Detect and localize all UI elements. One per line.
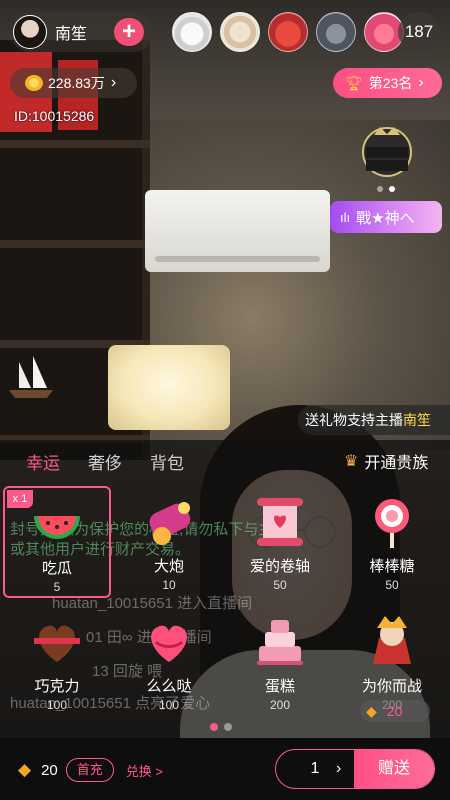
- chevron-right-icon: ›: [418, 74, 424, 91]
- balance: ◆ 20 首充 兑换 >: [18, 758, 163, 782]
- gift-name: 巧克力: [34, 678, 80, 695]
- gift-bottom-bar: ◆ 20 首充 兑换 > 1 › 赠送: [0, 738, 450, 800]
- gift-name: 大炮: [153, 558, 184, 575]
- gift-cake[interactable]: 蛋糕 200: [226, 606, 334, 718]
- send-control: 1 › 赠送: [275, 749, 435, 789]
- support-host-banner: 送礼物支持主播 南笙: [298, 405, 450, 435]
- ship-model: [9, 356, 53, 398]
- gift-name: 蛋糕: [264, 678, 295, 695]
- open-noble-link[interactable]: ♛ 开通贵族: [344, 449, 428, 473]
- cannon-icon: [149, 502, 191, 545]
- gift-name: 爱的卷轴: [249, 558, 310, 575]
- diamond-icon: ◆: [366, 702, 377, 719]
- host-ranking-badge[interactable]: [356, 125, 418, 180]
- host-name: 南笙: [55, 26, 88, 43]
- first-recharge-button[interactable]: 首充: [65, 758, 114, 782]
- gift-price: 10: [162, 578, 176, 592]
- viewer-avatar[interactable]: [268, 12, 308, 52]
- gift-name: 么么哒: [146, 678, 192, 695]
- gift-multiplier-badge: x 1: [7, 490, 33, 508]
- open-noble-label: 开通贵族: [364, 455, 429, 472]
- host-avatar[interactable]: [13, 15, 47, 49]
- host-rank-label: 第23名: [368, 75, 413, 91]
- gift-cannon[interactable]: 大炮 10: [115, 486, 223, 598]
- scroll-icon: [257, 498, 303, 546]
- lamp: [108, 345, 230, 430]
- gift-price: 100: [158, 698, 180, 712]
- host-coins-value: 228.83万: [48, 75, 105, 91]
- noble-entry-label: 戰★神へ: [356, 209, 415, 227]
- balance-value: 20: [41, 761, 58, 779]
- host-rank[interactable]: 🏆︎ 第23名 ›: [333, 68, 442, 98]
- tab-luxury[interactable]: 奢侈: [88, 449, 122, 474]
- gift-price: 200: [269, 698, 291, 712]
- chevron-right-icon: ›: [110, 74, 117, 91]
- gift-tabs: 幸运 奢侈 背包 ♛ 开通贵族: [0, 440, 450, 480]
- viewer-avatar[interactable]: [316, 12, 356, 52]
- gift-gem-value: 20: [386, 703, 403, 719]
- crown-icon: ♛: [344, 453, 359, 470]
- viewer-avatar[interactable]: [220, 12, 260, 52]
- gift-love-scroll[interactable]: 爱的卷轴 50: [226, 486, 334, 598]
- gift-price: 50: [385, 578, 399, 592]
- viewer-count[interactable]: 187: [398, 12, 440, 52]
- signal-bars-icon: ılı: [340, 209, 351, 225]
- gift-name: 棒棒糖: [369, 558, 415, 575]
- send-gift-button[interactable]: 赠送: [354, 750, 434, 788]
- gift-page-indicator: [210, 723, 232, 731]
- gift-price: 5: [53, 580, 61, 594]
- exchange-link[interactable]: 兑换 >: [126, 761, 163, 780]
- support-prefix: 送礼物支持主播: [305, 412, 403, 428]
- cake-icon: [257, 620, 303, 665]
- tab-backpack[interactable]: 背包: [150, 449, 184, 474]
- coin-icon: [25, 75, 43, 91]
- lips-icon: [151, 625, 187, 662]
- gift-name: 为你而战: [361, 678, 422, 695]
- follow-button[interactable]: +: [114, 18, 144, 46]
- gift-watermelon[interactable]: x 1 吃瓜 5: [3, 486, 111, 598]
- gift-chocolate[interactable]: 巧克力 100: [3, 606, 111, 718]
- viewer-avatar[interactable]: [172, 12, 212, 52]
- warrior-icon: [373, 616, 411, 664]
- gift-name: 吃瓜: [41, 560, 72, 577]
- trophy-icon: 🏆︎: [345, 74, 363, 91]
- tab-lucky[interactable]: 幸运: [26, 449, 60, 474]
- gift-lollipop[interactable]: 棒棒糖 50: [338, 486, 446, 598]
- lollipop-icon: [375, 499, 409, 548]
- watermelon-icon: [34, 516, 80, 539]
- room-id: ID:10015286: [14, 108, 95, 124]
- diamond-icon: ◆: [18, 760, 32, 779]
- air-conditioner: [145, 190, 330, 272]
- gift-gem-badge: ◆ 20: [360, 700, 430, 722]
- chocolate-icon: [34, 625, 80, 662]
- noble-entry-banner[interactable]: ılı 戰★神へ: [330, 201, 442, 233]
- support-host-name: 南笙: [403, 412, 431, 428]
- gift-panel: 幸运 奢侈 背包 ♛ 开通贵族 封号处理,为保护您的权益,请勿私下与主播 或其他…: [0, 440, 450, 738]
- gift-kiss[interactable]: 么么哒 100: [115, 606, 223, 718]
- host-coins[interactable]: 228.83万 ›: [10, 68, 137, 98]
- badge-carousel-dots: [377, 186, 395, 192]
- gift-price: 100: [46, 698, 68, 712]
- host-info[interactable]: 南笙 +: [10, 12, 154, 52]
- viewer-avatar-list: [172, 12, 404, 52]
- gift-price: 50: [273, 578, 287, 592]
- chevron-right-icon[interactable]: ›: [336, 750, 356, 788]
